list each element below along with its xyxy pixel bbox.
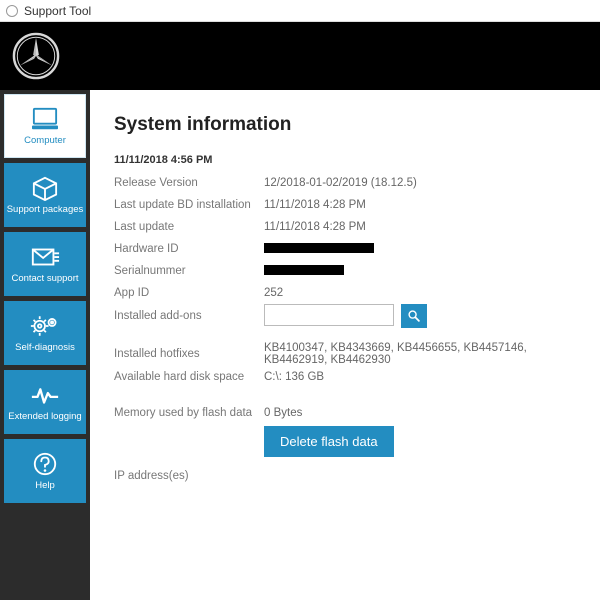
label-flash-memory: Memory used by flash data <box>114 407 264 419</box>
sidebar-item-label: Computer <box>24 136 66 146</box>
row-serialnummer: Serialnummer <box>114 260 582 282</box>
value-release-version: 12/2018-01-02/2019 (18.12.5) <box>264 177 417 189</box>
label-ip-addresses: IP address(es) <box>114 470 264 482</box>
row-ip-addresses: IP address(es) <box>114 465 582 487</box>
row-installed-addons: Installed add-ons <box>114 304 582 328</box>
addons-search-input[interactable] <box>264 304 394 326</box>
help-icon <box>30 451 60 477</box>
row-delete-flash: Delete flash data <box>114 424 582 457</box>
value-last-update-bd: 11/11/2018 4:28 PM <box>264 199 366 211</box>
sidebar-item-label: Help <box>35 481 55 491</box>
package-icon <box>30 175 60 201</box>
sidebar-item-contact-support[interactable]: Contact support <box>4 232 86 296</box>
row-last-update: Last update 11/11/2018 4:28 PM <box>114 216 582 238</box>
sidebar-item-extended-logging[interactable]: Extended logging <box>4 370 86 434</box>
addons-search-button[interactable] <box>401 304 427 328</box>
main-panel: System information 11/11/2018 4:56 PM Re… <box>90 90 600 600</box>
sidebar-item-label: Contact support <box>11 274 78 284</box>
delete-flash-button[interactable]: Delete flash data <box>264 426 394 457</box>
page-title: System information <box>114 114 582 136</box>
row-hardware-id: Hardware ID <box>114 238 582 260</box>
label-release-version: Release Version <box>114 177 264 189</box>
row-disk-space: Available hard disk space C:\: 136 GB <box>114 366 582 388</box>
label-installed-addons: Installed add-ons <box>114 310 264 322</box>
gears-icon <box>30 313 60 339</box>
window-titlebar: Support Tool <box>0 0 600 22</box>
brand-bar <box>0 22 600 90</box>
label-app-id: App ID <box>114 287 264 299</box>
label-last-update: Last update <box>114 221 264 233</box>
row-hotfixes: Installed hotfixes KB4100347, KB4343669,… <box>114 342 582 366</box>
mercedes-logo-icon <box>12 32 60 80</box>
sidebar-item-label: Self-diagnosis <box>15 343 75 353</box>
page-timestamp: 11/11/2018 4:56 PM <box>114 154 582 166</box>
app-icon <box>6 5 18 17</box>
value-last-update: 11/11/2018 4:28 PM <box>264 221 366 233</box>
label-hardware-id: Hardware ID <box>114 243 264 255</box>
window-title: Support Tool <box>24 4 91 18</box>
search-icon <box>407 309 421 323</box>
sidebar-item-computer[interactable]: Computer <box>4 94 86 158</box>
value-app-id: 252 <box>264 287 283 299</box>
value-serialnummer <box>264 265 344 278</box>
label-last-update-bd: Last update BD installation <box>114 199 264 211</box>
sidebar-item-self-diagnosis[interactable]: Self-diagnosis <box>4 301 86 365</box>
mail-icon <box>30 244 60 270</box>
row-last-update-bd: Last update BD installation 11/11/2018 4… <box>114 194 582 216</box>
sidebar-item-support-packages[interactable]: Support packages <box>4 163 86 227</box>
row-flash-memory: Memory used by flash data 0 Bytes <box>114 402 582 424</box>
sidebar-item-label: Extended logging <box>8 412 81 422</box>
row-release-version: Release Version 12/2018-01-02/2019 (18.1… <box>114 172 582 194</box>
sidebar-item-label: Support packages <box>7 205 84 215</box>
row-app-id: App ID 252 <box>114 282 582 304</box>
sidebar: Computer Support packages Contact suppor… <box>0 90 90 600</box>
value-disk-space: C:\: 136 GB <box>264 371 324 383</box>
label-serialnummer: Serialnummer <box>114 265 264 277</box>
label-hotfixes: Installed hotfixes <box>114 348 264 360</box>
value-flash-memory: 0 Bytes <box>264 407 302 419</box>
pulse-icon <box>30 382 60 408</box>
value-hardware-id <box>264 243 374 256</box>
label-disk-space: Available hard disk space <box>114 371 264 383</box>
sidebar-item-help[interactable]: Help <box>4 439 86 503</box>
value-hotfixes: KB4100347, KB4343669, KB4456655, KB44571… <box>264 342 582 366</box>
computer-icon <box>30 106 60 132</box>
